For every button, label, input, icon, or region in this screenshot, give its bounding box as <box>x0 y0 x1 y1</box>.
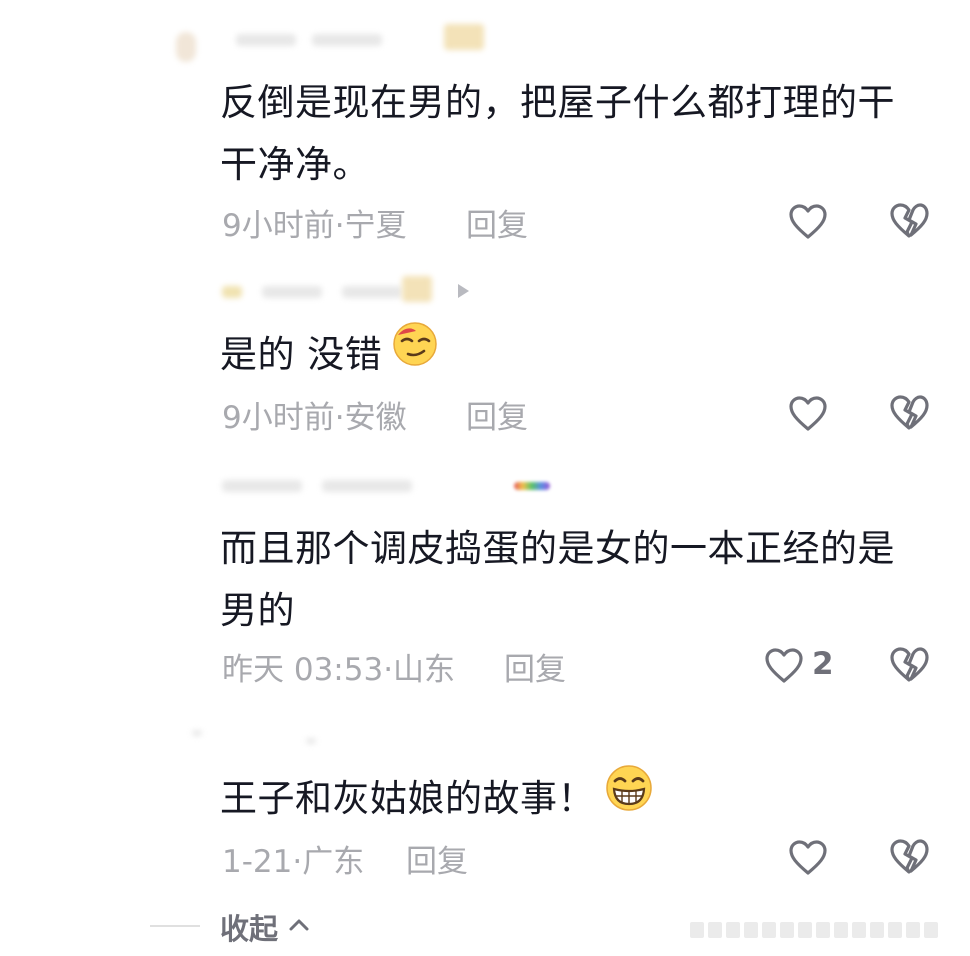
like-button[interactable] <box>788 394 832 434</box>
heart-outline-icon <box>789 396 827 431</box>
reply-button[interactable]: 回复 <box>504 646 566 688</box>
comment-text-content: 王子和灰姑娘的故事！ <box>220 777 595 820</box>
dislike-button[interactable] <box>888 838 930 878</box>
dislike-button[interactable] <box>888 646 930 686</box>
reply-button[interactable]: 回复 <box>466 394 528 436</box>
dislike-button[interactable] <box>888 394 930 434</box>
comment-text: 反倒是现在男的，把屋子什么都打理的干干净净。 <box>220 81 895 186</box>
collapse-label: 收起 <box>220 912 279 946</box>
comment-text: 而且那个调皮捣蛋的是女的一本正经的是男的 <box>220 527 895 632</box>
comment-author-blurred[interactable] <box>192 716 492 750</box>
heart-outline-icon <box>789 204 827 239</box>
reply-button[interactable]: 回复 <box>406 838 468 880</box>
comment-time-location: 昨天 03:53·山东 <box>222 651 456 688</box>
comment-meta: 9小时前·安徽 <box>222 394 407 436</box>
like-button[interactable] <box>764 646 808 686</box>
comment-time-location: 9小时前·宁夏 <box>222 207 407 244</box>
reply-button[interactable]: 回复 <box>466 202 528 244</box>
collapse-replies-button[interactable]: 收起 <box>150 904 450 946</box>
dislike-button[interactable] <box>888 202 930 242</box>
broken-heart-icon <box>890 203 929 238</box>
broken-heart-icon <box>890 647 929 682</box>
watermark <box>690 922 960 944</box>
comment-text: 王子和灰姑娘的故事！ <box>220 765 920 833</box>
comment-author-blurred[interactable] <box>222 466 550 500</box>
heart-outline-icon <box>765 648 803 683</box>
like-count: 2 <box>812 646 834 682</box>
comment-author-blurred[interactable] <box>176 20 492 62</box>
broken-heart-icon <box>890 839 929 874</box>
comment-meta: 9小时前·宁夏 <box>222 202 407 244</box>
comment-text: 是的 没错 <box>220 322 920 388</box>
comment-text-content: 是的 没错 <box>220 333 383 376</box>
comment-time-location: 1-21·广东 <box>222 843 365 880</box>
play-icon <box>458 284 469 298</box>
smirk-face-icon <box>390 319 440 388</box>
heart-outline-icon <box>789 840 827 875</box>
comment-time-location: 9小时前·安徽 <box>222 399 407 436</box>
comment-meta: 1-21·广东 <box>222 838 365 880</box>
chevron-up-icon <box>289 919 309 931</box>
comment-meta: 昨天 03:53·山东 <box>222 646 456 688</box>
like-button[interactable] <box>788 838 832 878</box>
comment-author-blurred[interactable] <box>222 272 492 306</box>
broken-heart-icon <box>890 395 929 430</box>
grinning-face-icon <box>603 762 655 833</box>
like-button[interactable] <box>788 202 832 242</box>
divider-line <box>150 925 200 927</box>
